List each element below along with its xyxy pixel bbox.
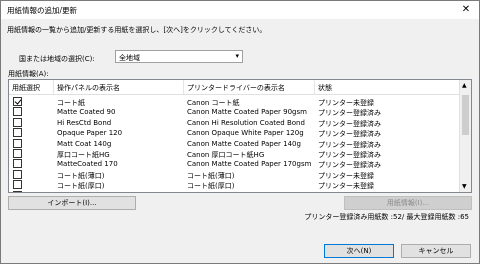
table-row[interactable]: Matte Coated 90 Canon Matte Coated Paper … [9,107,461,117]
panel-name-cell: コート紙(特厚口) [57,192,111,193]
paper-info-button[interactable]: 用紙情報(I)... [344,196,472,210]
column-separator [53,80,54,94]
title-bar: 用紙情報の追加/更新 ✕ [1,1,479,19]
table-row[interactable]: Hi ResCtd Bond Canon Hi Resolution Coated… [9,117,461,128]
paper-select-checkbox[interactable] [13,107,22,117]
table-row[interactable]: Opaque Paper 120 Canon Opaque White Paper… [9,128,461,138]
table-header: 用紙選択 操作パネルの表示名 プリンタードライバーの表示名 状態 [9,80,461,95]
registered-count-status: プリンター登録済み用紙数 :52/ 最大登録用紙数 :65 [304,213,469,221]
table-row[interactable]: MatteCoated 170 Canon Matte Coated Paper … [9,159,461,169]
region-label: 国または地域の選択(C): [19,55,95,63]
table-row[interactable]: コート紙(特厚口) コート紙(特厚口) プリンター未登録 [9,190,461,193]
column-header-panel-name[interactable]: 操作パネルの表示名 [57,83,120,93]
table-row[interactable]: 厚口コート紙HG Canon 厚口コート紙HG プリンター登録済み [9,149,461,159]
cancel-button[interactable]: キャンセル [401,244,471,258]
paper-select-checkbox[interactable] [13,159,22,169]
region-select[interactable]: 全地域 ▾ [115,50,243,63]
table-row[interactable]: コート紙(厚口) コート紙(厚口) プリンター未登録 [9,180,461,190]
next-button[interactable]: 次へ(N) [324,244,394,258]
paper-select-checkbox[interactable] [13,117,22,127]
panel-name-cell: Hi ResCtd Bond [57,118,112,127]
close-icon[interactable]: ✕ [459,3,473,17]
driver-name-cell: Canon Matte Coated Paper 140g [187,139,301,148]
driver-name-cell: Canon Matte Coated Paper 170gsm [187,160,312,169]
table-row[interactable]: Matt Coat 140g Canon Matte Coated Paper 1… [9,138,461,149]
paper-select-checkbox[interactable] [13,149,22,158]
table-row[interactable]: コート紙(薄口) コート紙(薄口) プリンター未登録 [9,169,461,180]
paper-select-checkbox[interactable] [13,97,22,106]
chevron-down-icon: ▾ [235,52,239,60]
paper-select-checkbox[interactable] [13,138,22,148]
paper-select-checkbox[interactable] [13,190,22,192]
column-header-status[interactable]: 状態 [318,83,332,93]
paper-select-checkbox[interactable] [13,128,22,138]
panel-name-cell: Opaque Paper 120 [57,129,123,138]
window-title: 用紙情報の追加/更新 [7,6,78,15]
driver-name-cell: コート紙(特厚口) [187,192,241,193]
panel-name-cell: MatteCoated 170 [57,160,118,169]
driver-name-cell: Canon Hi Resolution Coated Bond [187,118,305,127]
status-cell: プリンター未登録 [318,192,374,193]
scroll-down-icon[interactable]: ▼ [462,183,467,190]
instruction-text: 用紙情報の一覧から追加/更新する用紙を選択し、[次へ]をクリックしてください。 [7,26,267,34]
paper-info-table[interactable]: 用紙選択 操作パネルの表示名 プリンタードライバーの表示名 状態 コート紙 Can… [8,79,472,193]
driver-name-cell: Canon Opaque White Paper 120g [187,129,304,138]
paper-select-checkbox[interactable] [13,180,22,190]
paper-info-label: 用紙情報(A): [8,70,49,78]
scroll-up-icon[interactable]: ▲ [462,82,467,89]
column-header-driver-name[interactable]: プリンタードライバーの表示名 [187,83,285,93]
column-separator [314,80,315,94]
column-header-select[interactable]: 用紙選択 [12,83,40,93]
scrollbar-thumb[interactable] [462,95,469,135]
vertical-scrollbar[interactable]: ▲ ▼ [459,80,471,192]
import-button[interactable]: インポート(I)... [8,196,136,210]
region-select-value: 全地域 [119,54,140,62]
paper-select-checkbox[interactable] [13,169,22,179]
driver-name-cell: Canon Matte Coated Paper 90gsm [187,108,307,117]
panel-name-cell: Matte Coated 90 [57,108,116,117]
dialog-window: 用紙情報の追加/更新 ✕ 用紙情報の一覧から追加/更新する用紙を選択し、[次へ]… [0,0,480,264]
panel-name-cell: Matt Coat 140g [57,139,112,148]
table-row[interactable]: コート紙 Canon コート紙 プリンター未登録 [9,97,461,107]
column-separator [183,80,184,94]
